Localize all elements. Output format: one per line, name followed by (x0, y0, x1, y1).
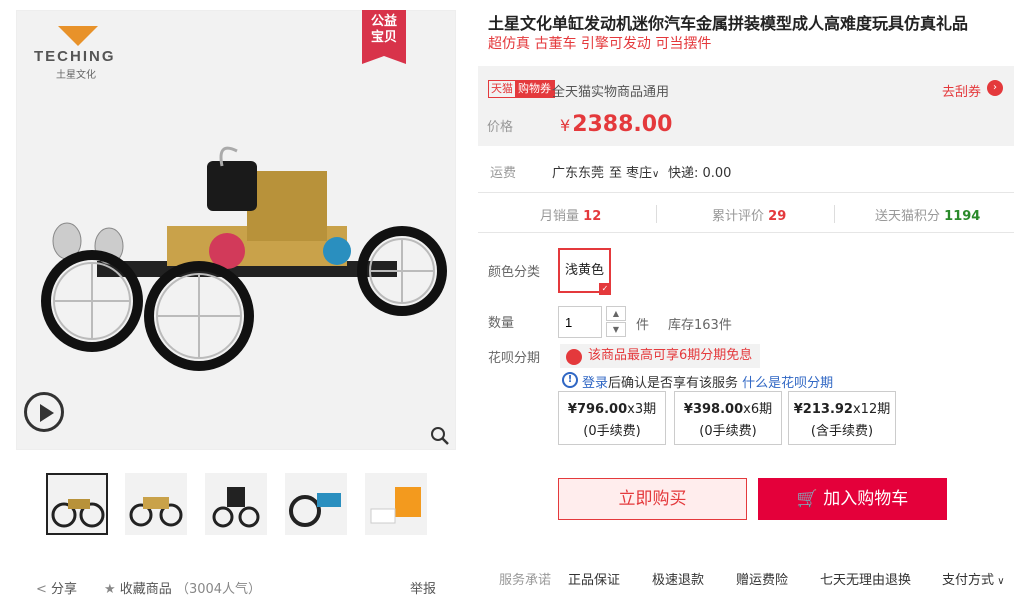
installment-fee: (0手续费) (583, 424, 641, 439)
coupon-description: 全天猫实物商品通用 (552, 85, 670, 100)
thumbnail-1[interactable] (46, 473, 108, 535)
installment-fee: (0手续费) (699, 424, 757, 439)
huabei-info-text: 后确认是否享有该服务 (608, 376, 739, 391)
login-link[interactable]: 登录 (582, 376, 608, 391)
tmall-coupon-tag: 天猫 购物券 (488, 80, 555, 98)
brand-logo-icon (58, 26, 98, 46)
stat-monthly-sales: 月销量 12 (540, 205, 601, 224)
shipping-destination: 枣庄 (626, 166, 653, 181)
share-icon: < (36, 582, 47, 597)
stat-reviews[interactable]: 累计评价 29 (712, 205, 786, 224)
installment-amount: ¥796.00 (567, 402, 628, 417)
currency-symbol: ¥ (560, 116, 571, 135)
buy-now-button[interactable]: 立即购买 (558, 478, 747, 520)
product-title: 土星文化单缸发动机迷你汽车金属拼装模型成人高难度玩具仿真礼品 (488, 14, 969, 33)
huabei-help-link[interactable]: 什么是花呗分期 (742, 376, 833, 391)
huabei-banner: 该商品最高可享6期分期免息 (560, 344, 760, 368)
thumbnail-3[interactable] (205, 473, 267, 535)
divider (478, 192, 1014, 193)
installment-option[interactable]: ¥796.00x3期 (0手续费) (558, 391, 666, 445)
stat-label: 送天猫积分 (875, 209, 941, 224)
info-icon: ! (562, 372, 578, 388)
divider (834, 205, 835, 223)
badge-line2: 宝贝 (370, 30, 397, 45)
report-link[interactable]: 举报 (410, 578, 436, 597)
price-amount: 2388.00 (572, 112, 673, 137)
price-value: ¥2388.00 (560, 112, 672, 137)
quantity-increase-button[interactable]: ▲ (606, 306, 626, 321)
shipping-from: 广东东莞 (552, 166, 605, 181)
installment-period: x6期 (743, 402, 773, 417)
popularity-count: （3004人气） (175, 582, 262, 597)
shipping-fee: 快递: 0.00 (668, 166, 732, 181)
quantity-unit: 件 (636, 318, 650, 333)
shipping-destination-select[interactable]: 枣庄∨ (626, 162, 659, 181)
product-subtitle: 超仿真 古董车 引擎可发动 可当摆件 (488, 36, 712, 52)
installment-fee: (含手续费) (810, 424, 874, 439)
stat-points: 送天猫积分 1194 (875, 205, 980, 224)
color-label: 颜色分类 (488, 265, 541, 280)
installment-period: x12期 (852, 402, 891, 417)
huabei-label: 花呗分期 (488, 351, 541, 366)
add-to-cart-label: 加入购物车 (823, 489, 909, 509)
chevron-down-icon: ∨ (994, 576, 1005, 587)
stat-label: 月销量 (540, 209, 580, 224)
quantity-label: 数量 (488, 316, 515, 331)
installment-period: x3期 (627, 402, 657, 417)
charity-badge: 公益 宝贝 (362, 10, 406, 64)
brand-logo-sub: 土星文化 (56, 70, 96, 81)
shipping-to-word: 至 (609, 166, 623, 181)
huabei-info: 登录后确认是否享有该服务 什么是花呗分期 (582, 372, 833, 391)
favorite-button[interactable]: ★ 收藏商品 （3004人气） (104, 578, 261, 597)
thumbnail-4[interactable] (285, 473, 347, 535)
huabei-logo-icon (566, 349, 582, 365)
tmall-tag-right: 购物券 (515, 81, 554, 97)
stat-label: 累计评价 (712, 209, 765, 224)
color-option-selected[interactable]: 浅黄色 (558, 248, 611, 295)
installment-amount: ¥398.00 (683, 402, 744, 417)
divider (656, 205, 657, 223)
star-icon: ★ (104, 582, 116, 597)
quantity-decrease-button[interactable]: ▼ (606, 322, 626, 337)
service-label: 服务承诺 (499, 573, 552, 588)
service-item[interactable]: 赠运费险 (736, 569, 788, 588)
zoom-icon[interactable] (430, 426, 450, 446)
price-label: 价格 (487, 120, 514, 135)
service-item[interactable]: 七天无理由退换 (820, 569, 911, 588)
play-video-icon[interactable] (24, 392, 64, 432)
cart-icon: 🛒 (796, 489, 818, 509)
brand-logo-text: TECHING (34, 48, 116, 65)
chevron-down-icon: ∨ (652, 169, 660, 180)
service-item[interactable]: 极速退款 (652, 569, 704, 588)
installment-option[interactable]: ¥213.92x12期 (含手续费) (788, 391, 896, 445)
thumbnail-5[interactable] (365, 473, 427, 535)
stat-value: 12 (583, 209, 602, 224)
badge-line1: 公益 (370, 14, 397, 29)
divider (478, 232, 1014, 233)
quantity-input[interactable] (558, 306, 602, 338)
price-panel (478, 66, 1014, 146)
share-button[interactable]: < 分享 (36, 578, 77, 597)
tmall-tag-left: 天猫 (491, 82, 513, 95)
installment-option[interactable]: ¥398.00x6期 (0手续费) (674, 391, 782, 445)
favorite-label: 收藏商品 (119, 582, 172, 597)
payment-method-label: 支付方式 (942, 573, 995, 588)
share-label: 分享 (51, 582, 78, 597)
stat-value: 29 (768, 209, 787, 224)
stat-value: 1194 (944, 209, 981, 224)
chevron-right-icon[interactable]: › (987, 80, 1003, 96)
add-to-cart-button[interactable]: 🛒 加入购物车 (758, 478, 947, 520)
payment-method-dropdown[interactable]: 支付方式 ∨ (942, 569, 1005, 588)
thumbnail-2[interactable] (125, 473, 187, 535)
get-coupon-link[interactable]: 去刮券 (942, 81, 981, 100)
installment-amount: ¥213.92 (793, 402, 853, 417)
service-item[interactable]: 正品保证 (568, 569, 620, 588)
shipping-label: 运费 (490, 166, 517, 181)
stock-text: 库存163件 (668, 318, 732, 333)
